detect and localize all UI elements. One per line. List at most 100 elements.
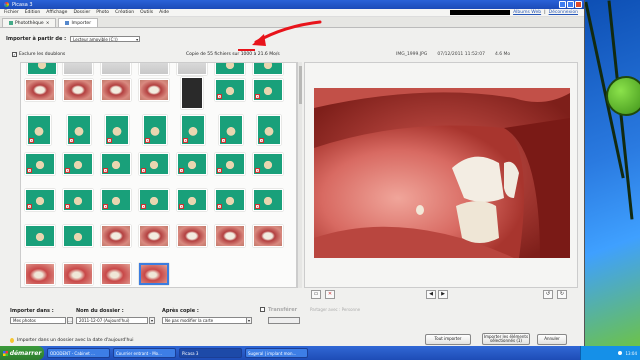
thumbnail[interactable] bbox=[101, 263, 131, 285]
thumbnail[interactable] bbox=[177, 63, 207, 75]
menu-help[interactable]: Aide bbox=[159, 10, 169, 15]
thumbnail[interactable]: × bbox=[25, 189, 55, 211]
tab-library[interactable]: Photothèque × bbox=[2, 18, 57, 27]
thumbnail[interactable] bbox=[63, 63, 93, 75]
menu-create[interactable]: Création bbox=[115, 10, 134, 15]
thumbnail[interactable] bbox=[139, 225, 169, 247]
thumbnail[interactable] bbox=[253, 225, 283, 247]
close-button[interactable] bbox=[575, 1, 582, 8]
thumbnail[interactable]: × bbox=[253, 189, 283, 211]
thumbnail[interactable]: × bbox=[181, 115, 205, 145]
taskbar-item-label: Picasa 3 bbox=[182, 350, 199, 356]
albums-web-link[interactable]: Albums Web bbox=[513, 10, 541, 15]
thumbnail[interactable]: × bbox=[215, 153, 245, 175]
thumbnail[interactable]: × bbox=[101, 153, 131, 175]
thumbnail[interactable]: × bbox=[105, 115, 129, 145]
thumbnail[interactable]: × bbox=[139, 189, 169, 211]
windows-logo-icon bbox=[2, 350, 8, 356]
thumbnail[interactable]: × bbox=[219, 115, 243, 145]
folder-name-select[interactable]: 2011-12-07 (Aujourd'hui) bbox=[76, 317, 148, 324]
preview-photo bbox=[314, 88, 570, 258]
chevron-down-icon[interactable]: ▾ bbox=[246, 317, 252, 324]
start-button[interactable]: démarrer bbox=[0, 346, 44, 360]
menu-view[interactable]: Affichage bbox=[46, 10, 67, 15]
browse-folder-button[interactable]: … bbox=[67, 317, 73, 324]
tab-import[interactable]: Importer bbox=[58, 18, 99, 27]
thumbnail[interactable]: × bbox=[139, 153, 169, 175]
import-all-button[interactable]: Tout importer bbox=[425, 334, 471, 345]
thumbnail[interactable] bbox=[63, 225, 93, 247]
thumbnail[interactable] bbox=[139, 63, 169, 75]
start-label: démarrer bbox=[9, 349, 42, 357]
thumbnail[interactable] bbox=[63, 79, 93, 101]
thumbnail[interactable] bbox=[27, 63, 57, 75]
cancel-button[interactable]: Annuler bbox=[537, 334, 567, 345]
thumbnail[interactable]: × bbox=[215, 189, 245, 211]
thumbnail[interactable]: × bbox=[253, 79, 283, 101]
thumbnail[interactable]: × bbox=[63, 153, 93, 175]
thumbnail[interactable] bbox=[101, 63, 131, 75]
share-label: Partager avec : Personne bbox=[310, 307, 361, 312]
thumbnail[interactable]: × bbox=[177, 153, 207, 175]
tab-library-label: Photothèque bbox=[15, 20, 44, 26]
import-selected-button[interactable]: Importer les éléments sélectionnés (1) bbox=[482, 333, 530, 345]
excluded-icon: × bbox=[65, 168, 70, 173]
excluded-icon: × bbox=[255, 204, 260, 209]
scrollbar-thumb[interactable] bbox=[299, 66, 302, 104]
thumbnail[interactable] bbox=[215, 63, 245, 75]
excluded-icon: × bbox=[69, 138, 74, 143]
menu-edit[interactable]: Édition bbox=[25, 10, 41, 15]
import-into-select[interactable]: Mes photos bbox=[10, 317, 66, 324]
thumbnail[interactable]: × bbox=[27, 115, 51, 145]
thumbnail[interactable] bbox=[63, 263, 93, 285]
import-into-label: Importer dans : bbox=[10, 308, 54, 314]
excluded-icon: × bbox=[221, 138, 226, 143]
taskbar-item-active[interactable]: Picasa 3 bbox=[179, 348, 242, 358]
taskbar-item[interactable]: Sugeral | implant mon... bbox=[245, 348, 308, 358]
thumbnail-selected[interactable] bbox=[139, 263, 169, 285]
thumbnail[interactable] bbox=[177, 225, 207, 247]
excluded-icon: × bbox=[255, 168, 260, 173]
minimize-button[interactable] bbox=[559, 1, 566, 8]
thumbnail[interactable]: × bbox=[63, 189, 93, 211]
thumbnail[interactable] bbox=[253, 63, 283, 75]
taskbar-item[interactable]: Courrier entrant - Mo... bbox=[113, 348, 176, 358]
after-copy-select[interactable]: Ne pas modifier la carte bbox=[162, 317, 252, 324]
annotation-arrow bbox=[252, 20, 322, 46]
thumbnail[interactable]: × bbox=[67, 115, 91, 145]
thumbnail-scrollbar[interactable] bbox=[297, 62, 302, 288]
thumbnail[interactable] bbox=[25, 225, 55, 247]
thumbnail[interactable]: × bbox=[215, 79, 245, 101]
thumbnail[interactable]: × bbox=[143, 115, 167, 145]
logout-link[interactable]: Déconnexion bbox=[549, 10, 578, 15]
tray-icon[interactable] bbox=[618, 351, 623, 355]
thumbnail[interactable] bbox=[25, 79, 55, 101]
thumbnail[interactable]: × bbox=[101, 189, 131, 211]
after-copy-label: Après copie : bbox=[162, 308, 199, 314]
thumbnail[interactable]: × bbox=[177, 189, 207, 211]
exclude-duplicates-label: Exclure les doublons bbox=[19, 52, 66, 57]
thumbnail[interactable]: × bbox=[25, 153, 55, 175]
thumbnail[interactable] bbox=[25, 263, 55, 285]
exclude-duplicates-checkbox[interactable]: ✓ bbox=[12, 52, 17, 57]
chevron-down-icon[interactable]: ▾ bbox=[149, 317, 155, 324]
excluded-icon: × bbox=[141, 204, 146, 209]
thumbnail[interactable]: × bbox=[257, 115, 281, 145]
thumbnail[interactable]: × bbox=[253, 153, 283, 175]
menu-file[interactable]: Fichier bbox=[4, 10, 19, 15]
import-source-select[interactable]: Lecteur amovible (C:\) ▾ bbox=[70, 36, 141, 42]
thumbnail[interactable] bbox=[181, 77, 203, 109]
maximize-button[interactable] bbox=[567, 1, 574, 8]
thumbnail[interactable] bbox=[101, 79, 131, 101]
thumbnail[interactable] bbox=[101, 225, 131, 247]
transfer-checkbox[interactable] bbox=[260, 307, 265, 312]
taskbar-item[interactable]: ODODENT - Cabinet ... bbox=[47, 348, 110, 358]
import-options: Importer dans : Mes photos … Nom du doss… bbox=[0, 292, 585, 346]
thumbnail[interactable] bbox=[139, 79, 169, 101]
excluded-icon: × bbox=[255, 94, 260, 99]
thumbnail[interactable] bbox=[215, 225, 245, 247]
menu-folder[interactable]: Dossier bbox=[73, 10, 90, 15]
menu-photo[interactable]: Photo bbox=[96, 10, 109, 15]
close-tab-icon[interactable]: × bbox=[46, 21, 50, 26]
menu-tools[interactable]: Outils bbox=[140, 10, 153, 15]
